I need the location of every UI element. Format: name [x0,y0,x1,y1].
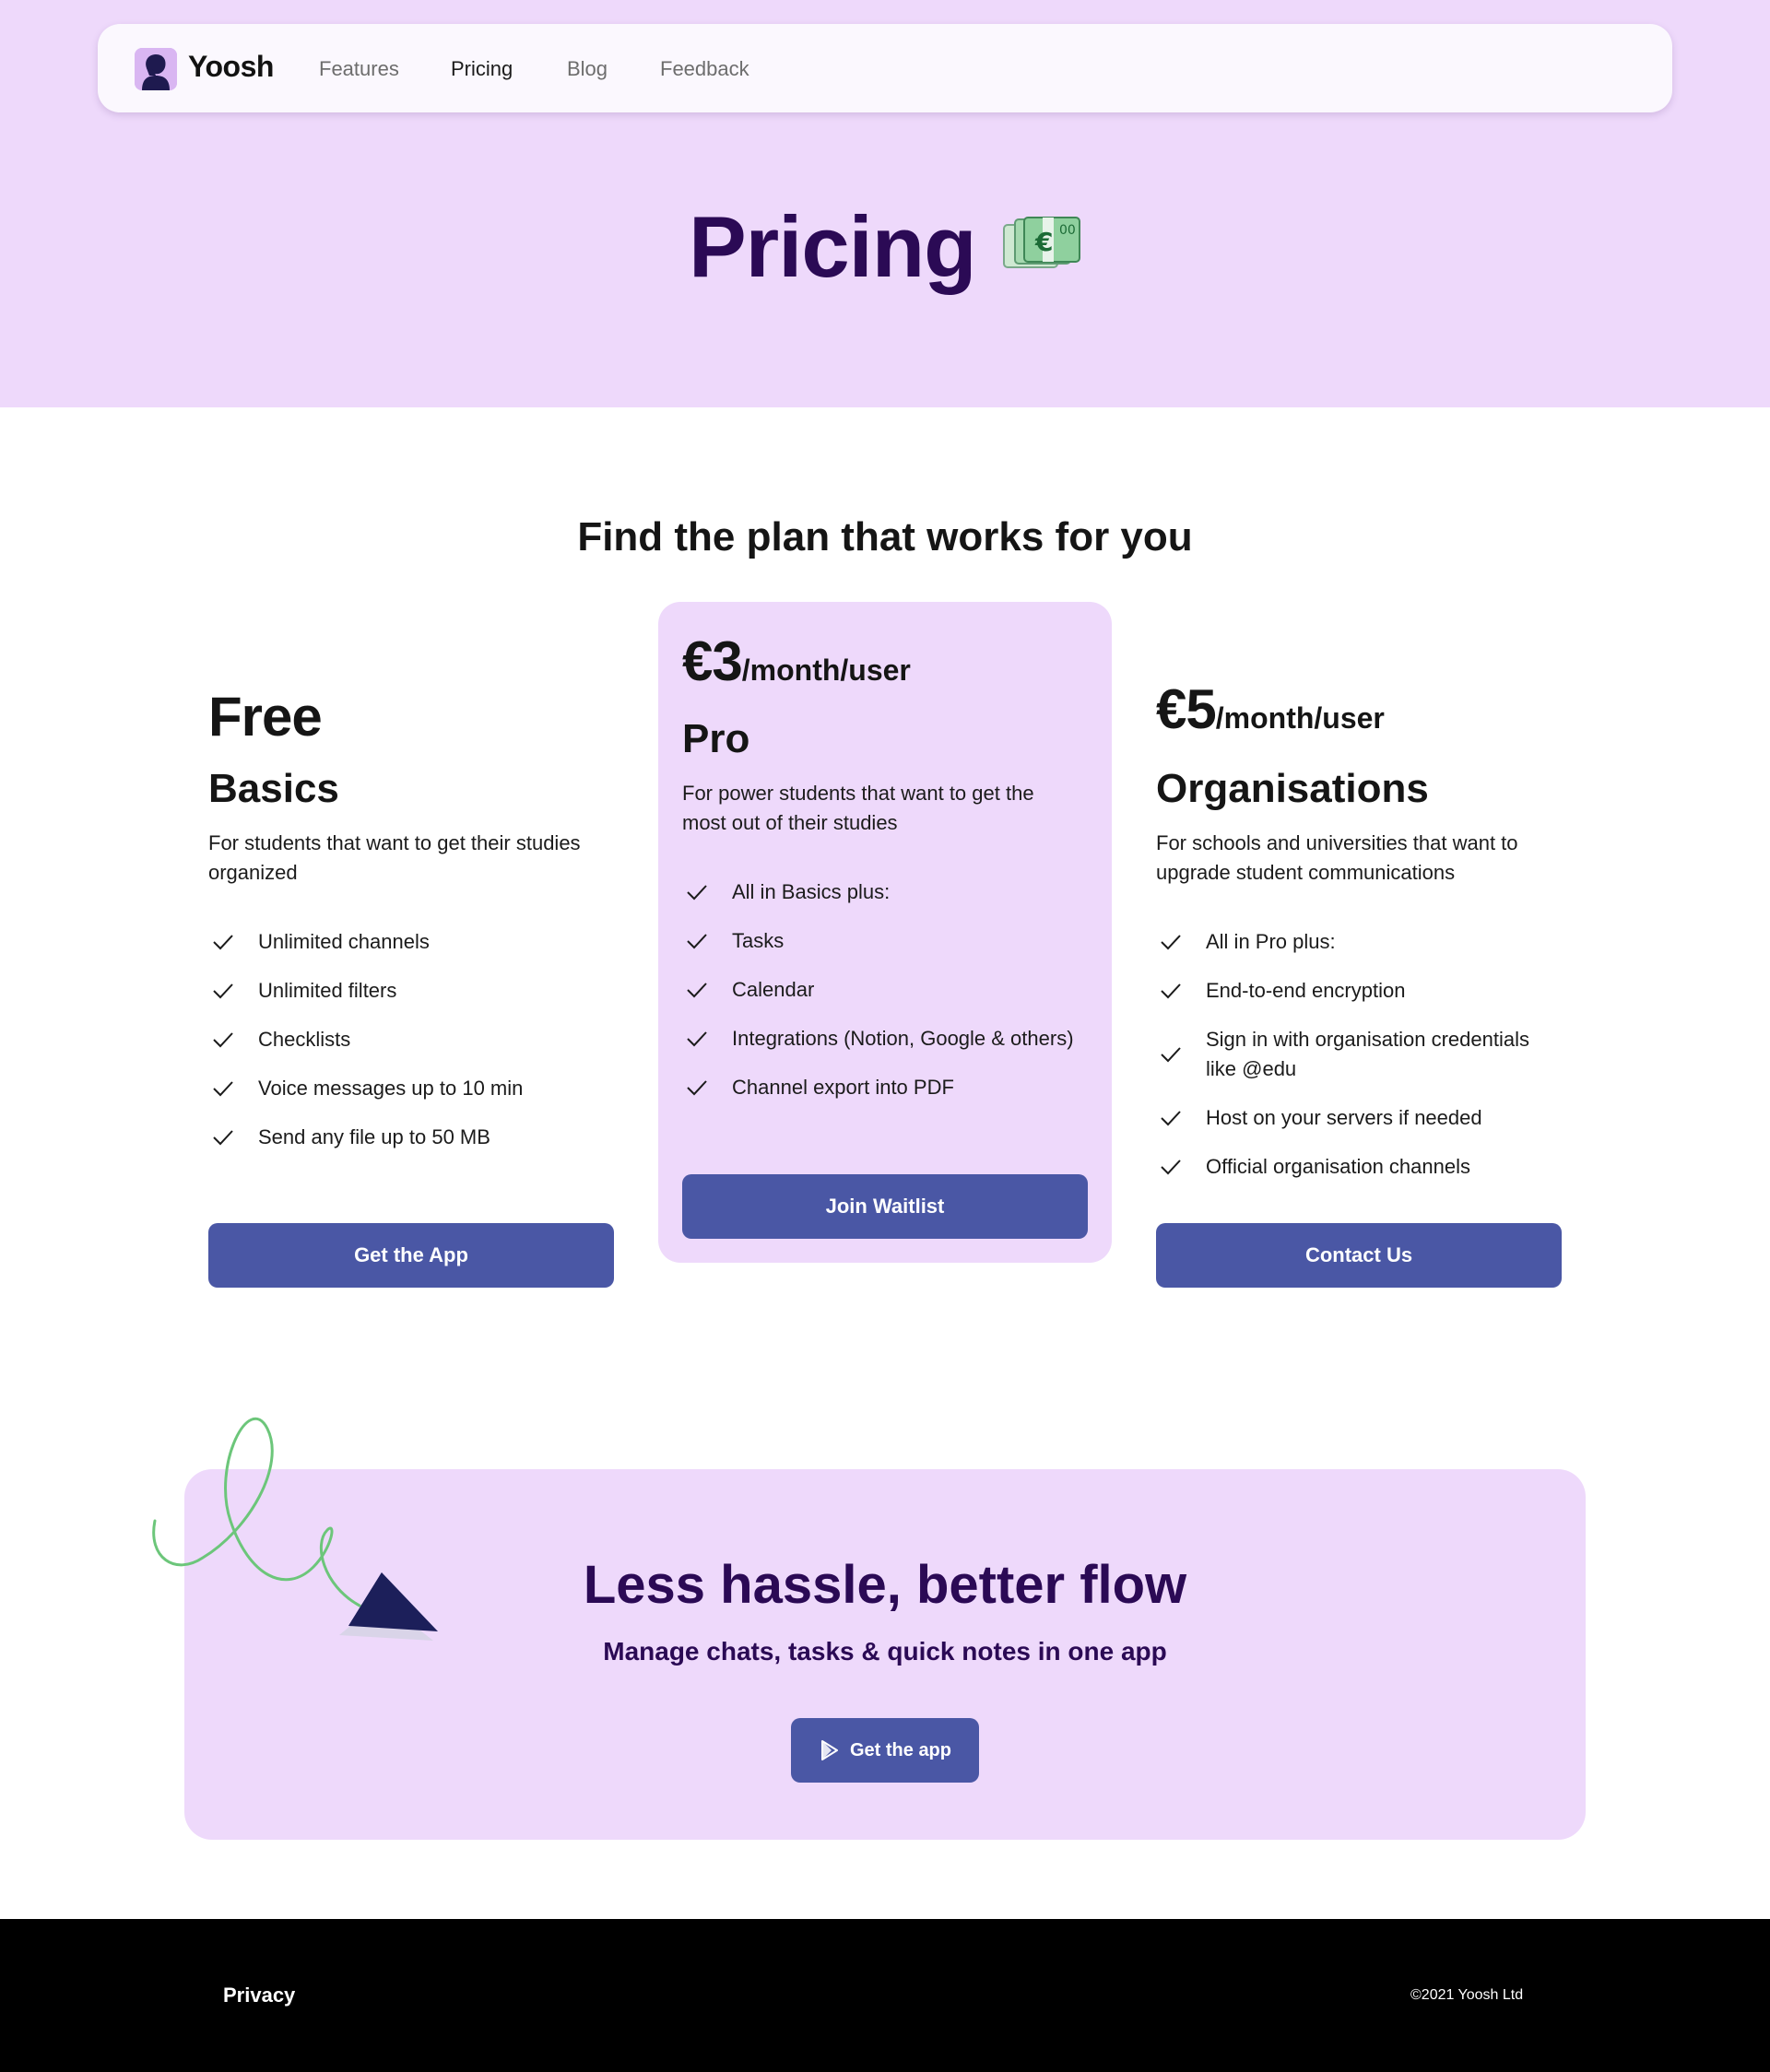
euro-banknote-icon: € 00 [1002,216,1081,271]
privacy-link[interactable]: Privacy [223,1984,295,2007]
plan-feature: Official organisation channels [1156,1152,1562,1182]
nav-link-blog[interactable]: Blog [567,57,608,81]
svg-text:00: 00 [1059,223,1076,238]
plan-feature: Tasks [682,926,1088,956]
feature-label: Calendar [732,978,815,1001]
page-title: Pricing [688,198,977,295]
contact-us-button[interactable]: Contact Us [1156,1223,1562,1288]
feature-label: Official organisation channels [1206,1155,1470,1178]
check-icon [1161,1160,1181,1175]
top-navbar: Yoosh Features Pricing Blog Feedback [98,24,1672,112]
nav-link-features[interactable]: Features [319,57,399,81]
cta-button-label: Get the app [849,1739,951,1760]
feature-label: All in Basics plus: [732,880,891,903]
pricing-section-title: Find the plan that works for you [577,514,1193,559]
plan-price-row: Free [208,685,323,748]
plan-feature: Sign in with organisation credentials li… [1156,1025,1562,1084]
hero-title-wrap: Pricing € 00 [0,197,1770,297]
feature-label: Checklists [258,1028,351,1051]
plan-feature: Unlimited channels [208,927,614,957]
plan-price-row: €3/month/user [682,630,911,693]
plan-price-suffix: /month/user [741,653,911,687]
feature-label: Channel export into PDF [732,1076,954,1099]
check-icon [213,1081,233,1097]
plan-card-pro: €3/month/user Pro For power students tha… [658,602,1112,1263]
nav-link-pricing[interactable]: Pricing [451,57,513,81]
plan-name: Pro [682,716,750,761]
plan-name: Organisations [1156,766,1429,811]
check-icon [1161,935,1181,950]
feature-label: Unlimited filters [258,979,397,1002]
feature-label: Tasks [732,929,785,952]
check-icon [687,934,707,949]
feature-label: Integrations (Notion, Google & others) [732,1027,1074,1050]
get-the-app-cta-button[interactable]: Get the app [791,1718,979,1783]
hero-section: Yoosh Features Pricing Blog Feedback Pri… [0,0,1770,407]
check-icon [1161,983,1181,999]
check-icon [687,885,707,901]
plan-price-row: €5/month/user [1156,677,1385,741]
plan-price-suffix: /month/user [1215,701,1385,735]
plan-feature: All in Basics plus: [682,877,1088,907]
footer: Privacy ©2021 Yoosh Ltd [0,1919,1770,2072]
check-icon [687,1080,707,1096]
check-icon [1161,1111,1181,1126]
check-icon [1161,1047,1181,1063]
feature-label: Unlimited channels [258,930,430,953]
plan-description: For students that want to get their stud… [208,831,581,884]
feature-label: Host on your servers if needed [1206,1106,1482,1129]
yoosh-logo-icon[interactable] [135,48,177,90]
feature-label: Sign in with organisation credentials li… [1206,1028,1529,1080]
feature-label: Send any file up to 50 MB [258,1125,490,1148]
feature-label: All in Pro plus: [1206,930,1336,953]
plan-feature: Channel export into PDF [682,1073,1088,1102]
check-icon [687,983,707,998]
check-icon [213,935,233,950]
plan-feature-list: All in Pro plus: End-to-end encryption S… [1156,927,1562,1201]
plan-price: €3 [682,630,743,692]
plan-feature: Send any file up to 50 MB [208,1123,614,1152]
check-icon [213,983,233,999]
get-the-app-button[interactable]: Get the App [208,1223,614,1288]
plan-feature-list: Unlimited channels Unlimited filters Che… [208,927,614,1171]
plan-feature: End-to-end encryption [1156,976,1562,1006]
paper-plane-doodle-icon [152,1417,438,1641]
plan-feature: Unlimited filters [208,976,614,1006]
feature-label: End-to-end encryption [1206,979,1406,1002]
logo-text[interactable]: Yoosh [188,50,274,84]
check-icon [213,1032,233,1048]
plan-description: For schools and universities that want t… [1156,831,1518,884]
plan-name: Basics [208,766,339,811]
play-store-icon [820,1740,838,1760]
plan-feature: Calendar [682,975,1088,1005]
plan-feature: Voice messages up to 10 min [208,1074,614,1103]
join-waitlist-button[interactable]: Join Waitlist [682,1174,1088,1239]
plan-feature: All in Pro plus: [1156,927,1562,957]
check-icon [687,1031,707,1047]
plan-feature: Integrations (Notion, Google & others) [682,1024,1088,1054]
feature-label: Voice messages up to 10 min [258,1077,524,1100]
plan-feature: Checklists [208,1025,614,1054]
plan-price: Free [208,686,323,748]
plan-feature-list: All in Basics plus: Tasks Calendar Integ… [682,877,1088,1122]
plan-feature: Host on your servers if needed [1156,1103,1562,1133]
plan-price: €5 [1156,678,1217,740]
check-icon [213,1130,233,1146]
copyright-text: ©2021 Yoosh Ltd [1410,1987,1524,2003]
plan-description: For power students that want to get the … [682,782,1034,834]
nav-link-feedback[interactable]: Feedback [660,57,749,81]
svg-text:€: € [1034,227,1053,257]
